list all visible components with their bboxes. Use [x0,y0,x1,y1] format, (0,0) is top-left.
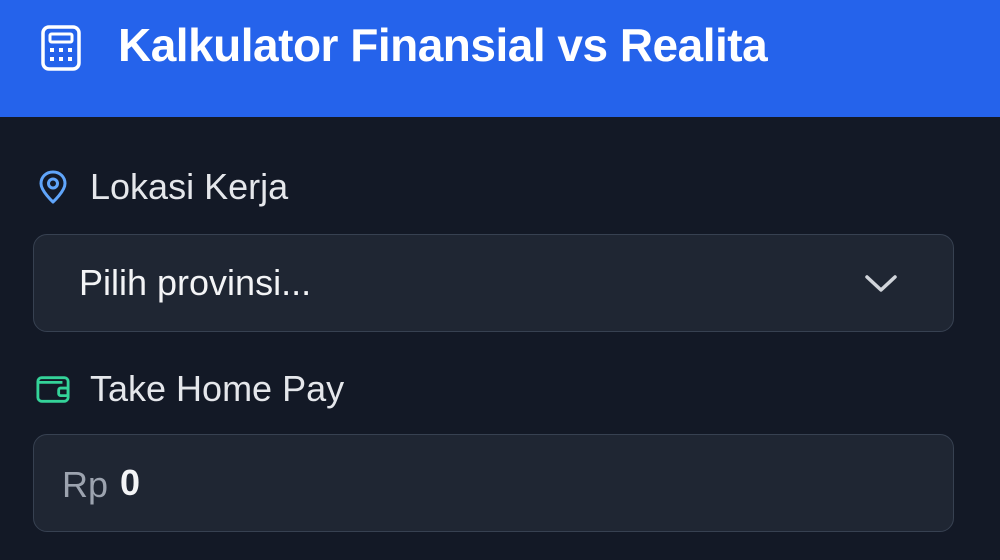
take-home-pay-label-text: Take Home Pay [90,368,345,409]
location-label: Lokasi Kerja [36,166,288,208]
province-select[interactable]: Pilih provinsi... [33,234,954,332]
currency-prefix: Rp [62,464,109,505]
wallet-icon [36,372,70,406]
map-pin-icon [36,170,70,204]
province-select-value: Pilih provinsi... [79,262,312,303]
take-home-pay-value[interactable]: 0 [120,462,140,504]
page-title: Kalkulator Finansial vs Realita [118,19,768,71]
location-label-text: Lokasi Kerja [90,166,289,207]
calculator-icon [38,24,84,72]
chevron-down-icon [863,268,899,298]
take-home-pay-label: Take Home Pay [36,368,344,410]
take-home-pay-input[interactable]: Rp 0 [33,434,954,532]
app-root: Kalkulator Finansial vs Realita Lokasi K… [0,0,1000,560]
header-bar: Kalkulator Finansial vs Realita [0,0,1000,117]
